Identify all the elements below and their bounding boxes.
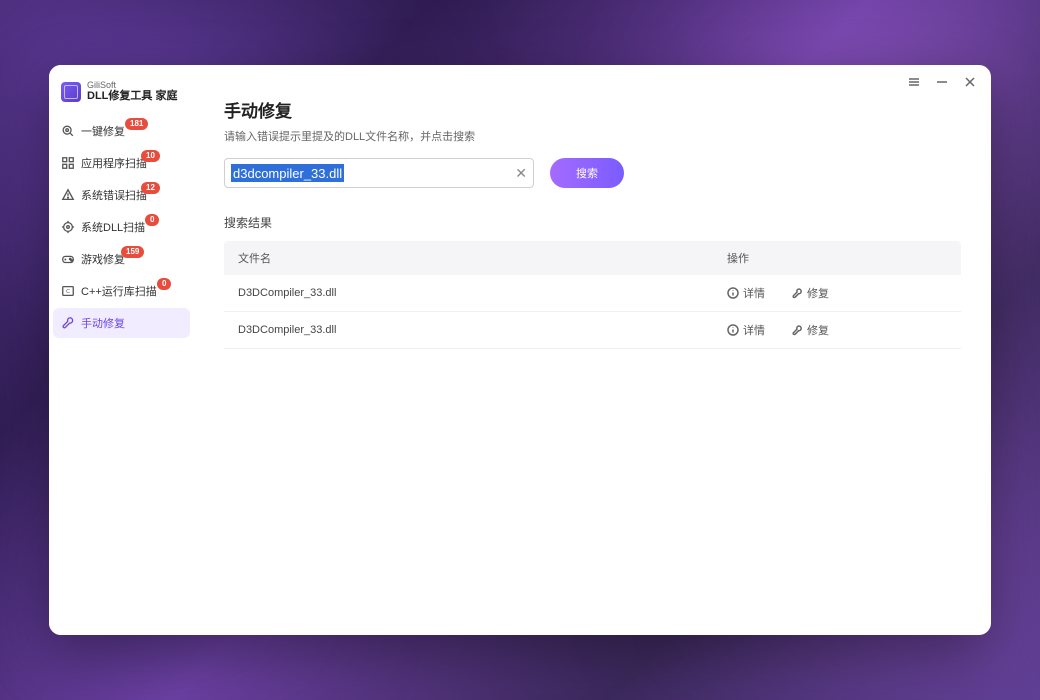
nav-label: C++运行库扫描: [81, 283, 157, 299]
search-box: d3dcompiler_33.dll ✕: [224, 158, 534, 188]
nav-label: 游戏修复: [81, 251, 125, 267]
repair-label: 修复: [807, 285, 829, 301]
detail-label: 详情: [743, 322, 765, 338]
nav-game-repair[interactable]: 游戏修复 159: [53, 244, 190, 274]
svg-text:C: C: [66, 289, 70, 295]
nav-badge: 0: [145, 214, 159, 226]
main-content: 手动修复 请输入错误提示里提及的DLL文件名称，并点击搜索 d3dcompile…: [194, 65, 991, 635]
detail-button[interactable]: 详情: [727, 322, 765, 338]
page-subtitle: 请输入错误提示里提及的DLL文件名称，并点击搜索: [224, 128, 961, 144]
nav-label: 手动修复: [81, 315, 125, 331]
repair-button[interactable]: 修复: [791, 322, 829, 338]
nav-badge: 10: [141, 150, 160, 162]
warning-icon: [61, 188, 75, 202]
nav-label: 应用程序扫描: [81, 155, 147, 171]
sidebar: GiliSoft DLL修复工具 家庭 一键修复 181 应用程序扫描 10 系…: [49, 65, 194, 635]
info-icon: [727, 324, 739, 336]
target-icon: [61, 220, 75, 234]
row-filename: D3DCompiler_33.dll: [238, 324, 727, 336]
nav-label: 系统DLL扫描: [81, 219, 145, 235]
page-title: 手动修复: [224, 97, 961, 122]
nav-list: 一键修复 181 应用程序扫描 10 系统错误扫描 12 系统DLL扫描 0 游…: [49, 116, 194, 338]
close-button[interactable]: [963, 75, 977, 89]
info-icon: [727, 287, 739, 299]
menu-button[interactable]: [907, 75, 921, 89]
wrench-icon: [791, 287, 803, 299]
results-label: 搜索结果: [224, 214, 961, 231]
app-window: GiliSoft DLL修复工具 家庭 一键修复 181 应用程序扫描 10 系…: [49, 65, 991, 635]
wrench-icon: [791, 324, 803, 336]
nav-cpp-runtime-scan[interactable]: C C++运行库扫描 0: [53, 276, 190, 306]
titlebar: [907, 75, 977, 89]
search-row: d3dcompiler_33.dll ✕ 搜索: [224, 158, 961, 188]
minimize-button[interactable]: [935, 75, 949, 89]
table-row: D3DCompiler_33.dll 详情 修复: [224, 312, 961, 349]
gamepad-icon: [61, 252, 75, 266]
detail-label: 详情: [743, 285, 765, 301]
wrench-icon: [61, 316, 75, 330]
nav-badge: 181: [125, 118, 148, 130]
search-input[interactable]: [225, 159, 533, 187]
brand-label: GiliSoft: [87, 81, 177, 90]
clear-icon[interactable]: ✕: [515, 166, 527, 180]
app-logo-icon: [61, 82, 81, 102]
nav-badge: 159: [121, 246, 144, 258]
app-title: DLL修复工具 家庭: [87, 91, 177, 102]
row-filename: D3DCompiler_33.dll: [238, 287, 727, 299]
nav-system-dll-scan[interactable]: 系统DLL扫描 0: [53, 212, 190, 242]
grid-icon: [61, 156, 75, 170]
logo-area: GiliSoft DLL修复工具 家庭: [49, 81, 194, 116]
cpp-icon: C: [61, 284, 75, 298]
col-filename-header: 文件名: [238, 250, 727, 266]
search-button[interactable]: 搜索: [550, 158, 624, 188]
detail-button[interactable]: 详情: [727, 285, 765, 301]
repair-button[interactable]: 修复: [791, 285, 829, 301]
nav-label: 一键修复: [81, 123, 125, 139]
table-row: D3DCompiler_33.dll 详情 修复: [224, 275, 961, 312]
col-actions-header: 操作: [727, 250, 947, 266]
nav-label: 系统错误扫描: [81, 187, 147, 203]
nav-system-error-scan[interactable]: 系统错误扫描 12: [53, 180, 190, 210]
magnify-icon: [61, 124, 75, 138]
nav-manual-repair[interactable]: 手动修复: [53, 308, 190, 338]
nav-badge: 0: [157, 278, 171, 290]
repair-label: 修复: [807, 322, 829, 338]
nav-app-scan[interactable]: 应用程序扫描 10: [53, 148, 190, 178]
nav-one-click-repair[interactable]: 一键修复 181: [53, 116, 190, 146]
nav-badge: 12: [141, 182, 160, 194]
results-header: 文件名 操作: [224, 241, 961, 275]
